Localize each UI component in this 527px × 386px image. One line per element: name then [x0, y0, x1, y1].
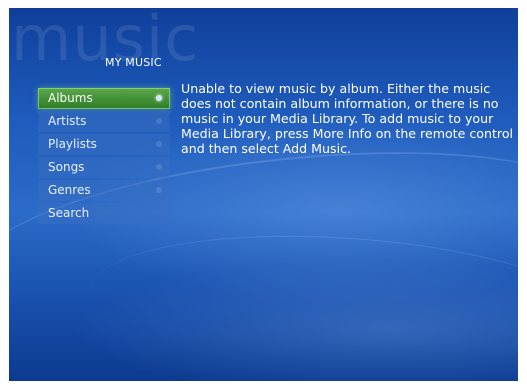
menu-item-artists[interactable]: Artists — [38, 111, 170, 132]
music-menu: Albums Artists Playlists Songs Genres Se… — [38, 88, 170, 226]
dot-icon — [156, 118, 162, 124]
menu-item-label: Playlists — [48, 137, 97, 151]
menu-item-label: Songs — [48, 160, 85, 174]
page-title: MY MUSIC — [105, 56, 162, 69]
menu-item-genres[interactable]: Genres — [38, 180, 170, 201]
dot-icon — [156, 164, 162, 170]
dot-icon — [156, 187, 162, 193]
media-center-screen: music MY MUSIC Albums Artists Playlists … — [9, 8, 518, 381]
selected-dot-icon — [156, 95, 162, 101]
empty-library-message: Unable to view music by album. Either th… — [181, 81, 514, 156]
menu-item-label: Genres — [48, 183, 91, 197]
menu-item-search[interactable]: Search — [38, 203, 170, 224]
menu-item-albums[interactable]: Albums — [38, 88, 170, 109]
menu-item-label: Artists — [48, 114, 87, 128]
dot-icon — [156, 141, 162, 147]
menu-item-label: Albums — [48, 91, 93, 105]
menu-item-songs[interactable]: Songs — [38, 157, 170, 178]
menu-item-label: Search — [48, 206, 90, 220]
menu-item-playlists[interactable]: Playlists — [38, 134, 170, 155]
